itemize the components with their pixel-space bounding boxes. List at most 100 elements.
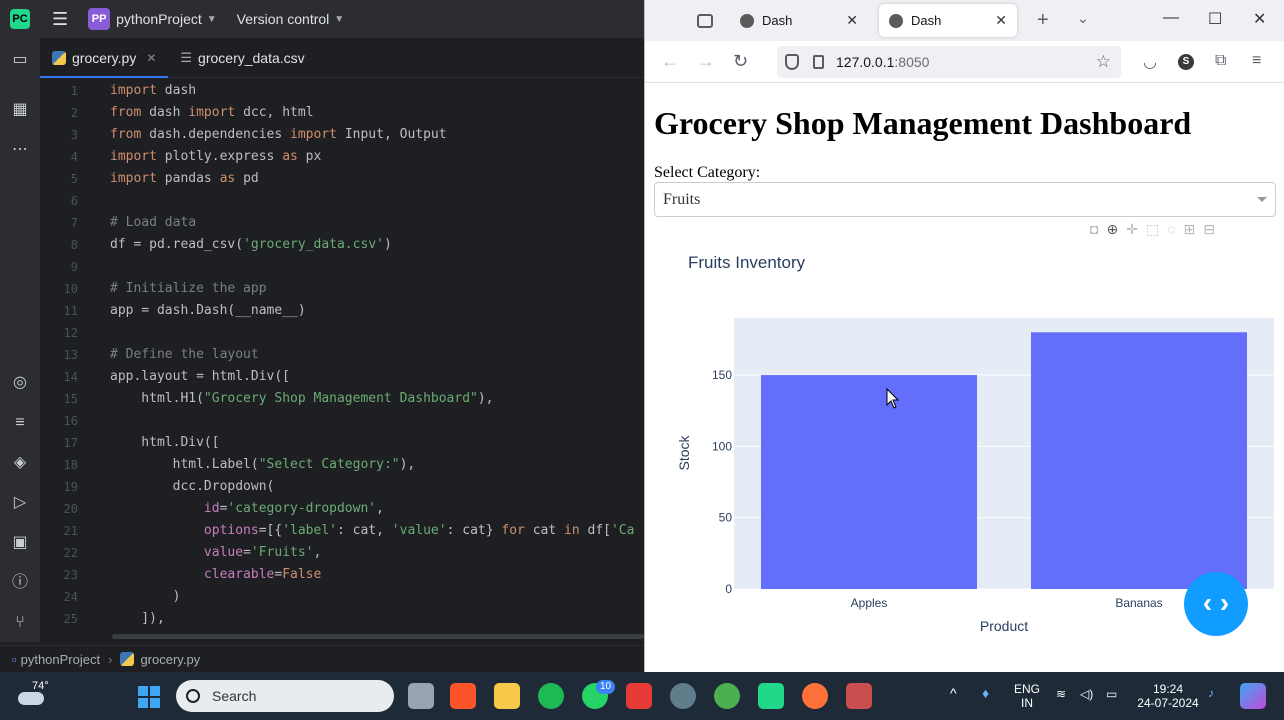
app-menu-icon[interactable]: ≡ [1252,52,1261,70]
breadcrumb-file[interactable]: grocery.py [140,652,200,667]
wifi-icon[interactable]: ≋ [1056,687,1066,701]
settings-icon[interactable] [670,683,696,709]
url-host: 127.0.0.1 [836,54,895,70]
copilot-icon[interactable] [1240,683,1266,709]
spotify-icon[interactable] [538,683,564,709]
breadcrumb-project[interactable]: pythonProject [21,652,101,667]
account-avatar[interactable]: S [1178,54,1194,70]
back-icon[interactable]: ← [661,51,679,72]
close-icon[interactable]: ✕ [995,12,1007,29]
media-app-icon[interactable] [626,683,652,709]
horizontal-scrollbar[interactable] [112,634,644,639]
tab-grocery-py[interactable]: grocery.py ✕ [40,38,169,78]
reload-icon[interactable]: ↻ [733,51,748,72]
code-editor[interactable]: 1 import dash 2 from dash import dcc, html… [40,80,644,640]
dash-debug-toggle-button[interactable]: ‹ › [1184,572,1248,636]
recorder-app-icon[interactable] [846,683,872,709]
code-token: id [203,501,220,516]
line-number: 12 [63,326,78,340]
pycharm-icon[interactable] [758,683,784,709]
maximize-icon[interactable]: ☐ [1208,9,1222,29]
version-control-menu[interactable]: Version control [237,11,330,27]
chevron-down-icon[interactable]: ▼ [334,14,344,25]
line-number: 25 [63,612,78,626]
folder-icon[interactable]: ▭ [10,50,30,70]
clock[interactable]: 19:24 24-07-2024 [1136,682,1200,710]
minimize-icon[interactable]: — [1163,9,1179,27]
line-number: 15 [63,392,78,406]
volume-icon[interactable]: ◁) [1080,687,1093,701]
y-axis-label: Stock [676,434,692,470]
brave-browser-icon[interactable] [450,683,476,709]
code-token: px [297,149,322,164]
extensions-icon[interactable]: ⧉ [1215,52,1226,70]
bookmark-star-icon[interactable]: ☆ [1096,52,1111,72]
project-name[interactable]: pythonProject [116,11,202,27]
y-tick-label: 100 [712,439,732,453]
forward-icon[interactable]: → [697,51,715,72]
tab-label: grocery.py [72,49,137,66]
battery-icon[interactable]: ▭ [1106,687,1117,701]
code-token: html.Label( [110,457,259,472]
project-badge[interactable]: PP [88,8,111,30]
clock-date: 24-07-2024 [1137,696,1199,710]
more-icon[interactable]: ⋯ [10,140,30,160]
microphone-icon[interactable]: ♦ [982,686,989,700]
list-tabs-icon[interactable]: ⌄ [1077,10,1089,27]
inventory-bar-chart[interactable]: Fruits Inventory 0 50 100 150 Apples Bananas… [645,223,1284,643]
code-token: "Select Category:" [258,457,400,472]
browser-tab-label: Dash [762,13,793,28]
chrome-icon[interactable] [714,683,740,709]
problems-icon[interactable]: ⓘ [10,573,30,593]
window-close-icon[interactable]: ✕ [1253,9,1266,29]
chevron-down-icon[interactable] [1257,197,1267,202]
pocket-icon[interactable]: ◡ [1143,52,1157,72]
code-token: for [501,523,525,538]
chevron-down-icon[interactable]: ▼ [207,14,217,25]
file-explorer-app-icon[interactable] [408,683,434,709]
git-icon[interactable]: ⑂ [10,613,30,633]
language-indicator[interactable]: ENG IN [1014,682,1040,710]
structure-icon[interactable]: ▦ [10,100,30,120]
dash-favicon-icon [889,13,903,28]
code-token: ) [383,237,392,252]
notification-badge: 10 [596,680,616,694]
code-token: 'Fruits' [250,545,314,560]
browser-nav-bar: ← → ↻ 127.0.0.1:8050 ☆ ◡ S ⧉ ≡ [645,41,1284,83]
tab-grocery-data-csv[interactable]: ☰ grocery_data.csv [168,38,316,78]
firefox-icon[interactable] [802,683,828,709]
code-token: 'grocery_data.csv' [243,237,384,252]
tab-overview-icon[interactable] [697,13,713,28]
main-menu-icon[interactable]: ☰ [52,9,68,30]
python-console-icon[interactable]: ◎ [10,373,30,393]
weather-cloud-icon[interactable] [18,692,44,705]
code-token: html.Div([ [110,435,220,450]
folder-app-icon[interactable] [494,683,520,709]
line-number: 7 [70,216,78,230]
x-tick-labels: Apples Bananas [851,596,1163,610]
line-number: 20 [63,502,78,516]
run-icon[interactable]: ▷ [10,493,30,513]
url-bar[interactable]: 127.0.0.1:8050 ☆ [777,46,1121,78]
show-hidden-icons-icon[interactable]: ^ [950,686,957,700]
weather-temp[interactable]: 74° [32,680,49,692]
terminal-icon[interactable]: ▣ [10,533,30,553]
shield-icon[interactable] [785,54,799,70]
code-token: ), [477,391,494,406]
new-tab-icon[interactable]: + [1037,9,1049,32]
close-icon[interactable]: ✕ [146,51,156,65]
category-dropdown[interactable]: Fruits [654,182,1276,217]
layers-icon[interactable]: ◈ [10,453,30,473]
bar-bananas[interactable] [1031,332,1247,589]
browser-tab-dash-1[interactable]: Dash ✕ [730,4,868,37]
todo-icon[interactable]: ≡ [10,413,30,433]
line-number: 8 [70,238,78,252]
taskbar-search[interactable]: Search [176,680,394,712]
notification-bell-icon[interactable]: ♪ [1208,686,1214,700]
page-info-icon[interactable] [813,55,824,69]
bar-apples[interactable] [761,375,977,589]
windows-start-icon[interactable] [138,686,160,708]
browser-tab-dash-2[interactable]: Dash ✕ [879,4,1017,37]
close-icon[interactable]: ✕ [846,12,858,29]
